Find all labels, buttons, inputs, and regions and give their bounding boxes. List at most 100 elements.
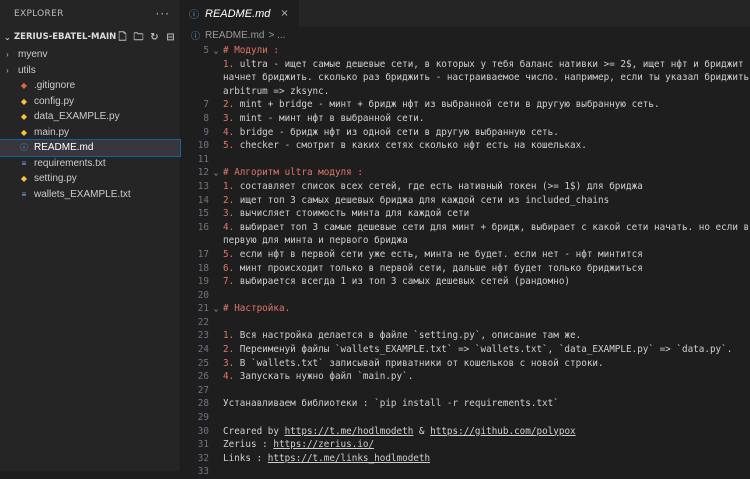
new-file-icon[interactable]: 🗋 xyxy=(117,32,128,43)
python-icon: ◆ xyxy=(20,174,28,184)
tree-item[interactable]: › utils xyxy=(0,63,180,79)
code-line: 16 4. выбирает топ 3 самые дешевые сети д… xyxy=(181,221,750,235)
git-icon: ◆ xyxy=(20,81,28,91)
text-span: bridge - бридж нфт из одной сети в другу… xyxy=(239,126,559,138)
code-line: 8 3. mint - минт нфт в выбранной сети. xyxy=(181,112,750,126)
link[interactable]: https://github.com/polypox xyxy=(430,426,576,437)
tree-item[interactable]: ◆ config.py xyxy=(0,94,180,110)
line-number: 14 xyxy=(197,194,209,206)
fold-gutter xyxy=(209,248,223,262)
link[interactable]: https://t.me/links_hodlmodeth xyxy=(268,453,430,464)
line-number: 18 xyxy=(197,262,209,274)
line-number: 13 xyxy=(197,180,209,192)
code-line: 1. ultra - ищет самые дешевые сети, в ко… xyxy=(181,58,750,72)
tree-item[interactable]: › myenv xyxy=(0,47,180,63)
fold-gutter xyxy=(209,234,223,248)
link[interactable]: https://zerius.io/ xyxy=(273,439,374,450)
text-span: 1. xyxy=(223,330,240,342)
info-icon: ⓘ xyxy=(189,10,199,21)
text-span: Links : xyxy=(223,452,268,464)
heading-text: # Настройка. xyxy=(223,303,291,315)
code-line: 11 xyxy=(181,153,750,167)
text-span: ищет топ 3 самых дешевых бриджа для кажд… xyxy=(239,194,610,206)
python-icon: ◆ xyxy=(20,127,28,137)
line-text: Устанавливаем библиотеки : `pip install … xyxy=(223,397,559,411)
fold-gutter xyxy=(209,71,223,85)
code-line: 10 5. checker - смотрит в каких сетях ско… xyxy=(181,139,750,153)
new-folder-icon[interactable]: 🗀 xyxy=(133,32,144,43)
close-icon[interactable]: × xyxy=(280,8,288,19)
python-icon: ◆ xyxy=(20,112,28,122)
heading-text: # Модули : xyxy=(223,45,279,56)
code-line: 33 xyxy=(181,465,750,479)
code-line: arbitrum => zksync. xyxy=(181,85,750,99)
text-span: 6. xyxy=(223,262,240,274)
explorer-header: EXPLORER ··· xyxy=(0,3,180,25)
line-number: 16 xyxy=(197,221,209,233)
text-span: 2. xyxy=(223,99,240,111)
fold-gutter xyxy=(209,262,223,276)
tree-item-label: utils xyxy=(18,64,36,76)
line-number: 12 xyxy=(197,167,209,179)
tab-label: README.md xyxy=(205,7,271,20)
tree-item[interactable]: ◆ main.py xyxy=(0,125,180,141)
code-editor[interactable]: 5 ⌄ # Модули :1. ultra - ищет самые дешевы… xyxy=(181,44,750,479)
tree-item[interactable]: ◆ data_EXAMPLE.py xyxy=(0,109,180,125)
text-span: 4. xyxy=(223,221,240,233)
line-number: 5 xyxy=(203,45,209,56)
line-text: 3. mint - минт нфт в выбранной сети. xyxy=(223,112,425,126)
text-span: checker - смотрит в каких сетях сколько … xyxy=(239,140,587,152)
code-line: 24 2. Переименуй файлы `wallets_EXAMPLE.t… xyxy=(181,343,750,357)
line-number xyxy=(181,58,209,72)
collapse-all-icon[interactable]: ⊟ xyxy=(165,32,176,43)
fold-gutter xyxy=(209,425,223,439)
tree-item[interactable]: ≡ requirements.txt xyxy=(0,156,180,172)
tab-readme[interactable]: ⓘ README.md × xyxy=(181,0,300,27)
line-text: 2. Переименуй файлы `wallets_EXAMPLE.txt… xyxy=(223,343,732,357)
tree-item[interactable]: ◆ .gitignore xyxy=(0,78,180,94)
tree-item[interactable]: ⓘ README.md xyxy=(0,139,181,157)
line-text: 5. checker - смотрит в каких сетях сколь… xyxy=(223,139,587,153)
text-span: mint + bridge - минт + бридж нфт из выбр… xyxy=(239,99,660,111)
fold-chevron-icon[interactable]: ⌄ xyxy=(209,166,223,180)
code-line: 17 5. если нфт в первой сети уже есть, ми… xyxy=(181,248,750,262)
line-number: 11 xyxy=(197,153,209,165)
code-line: 5 ⌄ # Модули : xyxy=(181,44,750,58)
fold-chevron-icon[interactable]: ⌄ xyxy=(209,44,223,58)
code-line: 12 ⌄ # Алгоритм ultra модуля : xyxy=(181,166,750,180)
tree-item-label: wallets_EXAMPLE.txt xyxy=(34,188,131,200)
link[interactable]: https://t.me/hodlmodeth xyxy=(285,426,414,437)
breadcrumb-file[interactable]: README.md xyxy=(205,30,264,41)
fold-gutter xyxy=(209,58,223,72)
line-number: 33 xyxy=(197,466,209,478)
fold-chevron-icon[interactable]: ⌄ xyxy=(209,302,223,316)
line-text: 3. В `wallets.txt` записывай приватники … xyxy=(223,357,604,371)
line-text: 1. Вся настройка делается в файле `setti… xyxy=(223,329,581,343)
python-icon: ◆ xyxy=(20,96,28,106)
breadcrumb-rest[interactable]: > ... xyxy=(268,30,285,41)
code-line: 29 xyxy=(181,411,750,425)
fold-gutter xyxy=(209,194,223,208)
tree-item[interactable]: ≡ wallets_EXAMPLE.txt xyxy=(0,187,180,203)
fold-gutter xyxy=(209,316,223,330)
refresh-icon[interactable]: ↻ xyxy=(149,32,160,43)
more-actions-icon[interactable]: ··· xyxy=(156,7,170,21)
explorer-sidebar: EXPLORER ··· ⌄ ZERIUS-EBATEL-MAIN 🗋 🗀 ↻ … xyxy=(0,0,181,471)
line-number: 7 xyxy=(203,99,209,111)
line-number: 9 xyxy=(203,126,209,138)
code-line: 23 1. Вся настройка делается в файле `set… xyxy=(181,329,750,343)
line-text: arbitrum => zksync. xyxy=(223,85,329,99)
line-text: 7. выбирается всегда 1 из топ 3 самых де… xyxy=(223,275,570,289)
tree-item[interactable]: ◆ setting.py xyxy=(0,171,180,187)
text-span: вычисляет стоимость минта для каждой сет… xyxy=(239,208,470,220)
project-folder-header[interactable]: ⌄ ZERIUS-EBATEL-MAIN 🗋 🗀 ↻ ⊟ xyxy=(0,27,180,47)
fold-gutter xyxy=(209,452,223,466)
line-number: 20 xyxy=(197,289,209,301)
line-number: 17 xyxy=(197,248,209,260)
code-line: 31 Zerius : https://zerius.io/ xyxy=(181,438,750,452)
line-text: Links : https://t.me/links_hodlmodeth xyxy=(223,452,430,466)
line-number xyxy=(181,71,209,85)
code-line: 18 6. минт происходит только в первой сет… xyxy=(181,262,750,276)
text-span: первую для минта и первого бриджа xyxy=(223,235,408,247)
code-line: 7 2. mint + bridge - минт + бридж нфт из … xyxy=(181,98,750,112)
